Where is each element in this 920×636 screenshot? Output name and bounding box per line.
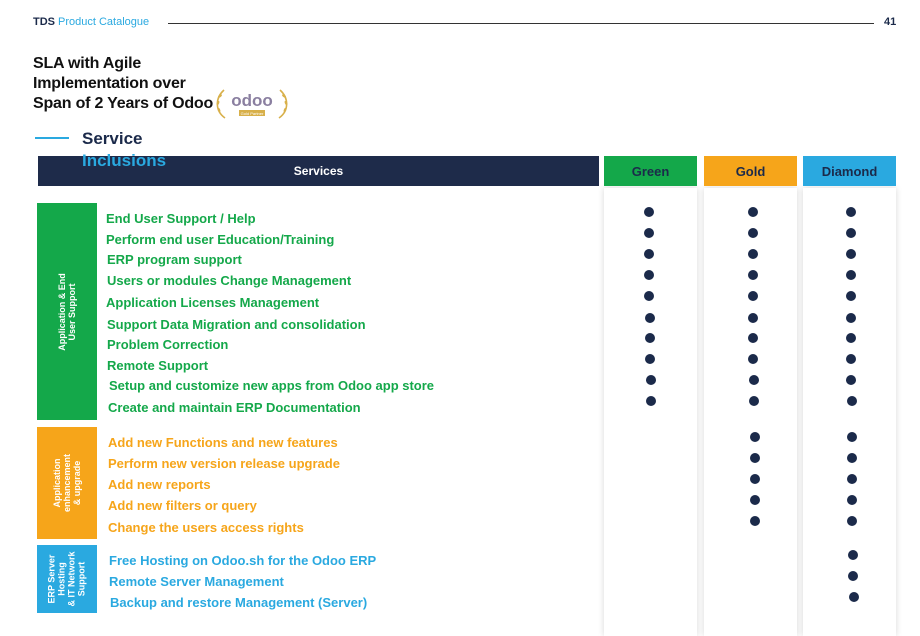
included-dot-icon [847,396,857,406]
service-item: Free Hosting on Odoo.sh for the Odoo ERP [109,553,377,568]
included-dot-icon [749,375,759,385]
included-dot-icon [847,432,857,442]
included-dot-icon [846,354,856,364]
included-dot-icon [645,354,655,364]
service-item: Perform new version release upgrade [108,456,340,471]
included-dot-icon [849,592,859,602]
included-dot-icon [748,228,758,238]
page-title: SLA with Agile Implementation over Span … [33,54,233,114]
section-heading-line2: Inclusions [82,151,167,170]
included-dot-icon [848,550,858,560]
included-dot-icon [646,375,656,385]
included-dot-icon [846,207,856,217]
service-item: End User Support / Help [106,211,256,226]
included-dot-icon [748,207,758,217]
brand-name: TDS [33,16,55,28]
gold-tier-header: Gold [704,156,797,186]
service-item: Users or modules Change Management [107,273,352,288]
included-dot-icon [846,249,856,259]
logo-tagline: Gold Partner [241,111,264,116]
included-dot-icon [846,270,856,280]
service-item: Add new reports [108,477,211,492]
service-item: ERP program support [107,252,242,267]
included-dot-icon [846,333,856,343]
service-item: Remote Support [107,358,209,373]
included-dot-icon [750,474,760,484]
included-dot-icon [846,313,856,323]
catalogue-brand: TDS Product Catalogue [33,16,149,28]
included-dot-icon [645,313,655,323]
included-dot-icon [748,354,758,364]
included-dot-icon [750,432,760,442]
title-line-3: Span of 2 Years of Odoo [33,95,214,112]
included-dot-icon [749,396,759,406]
included-dot-icon [847,495,857,505]
included-dot-icon [846,375,856,385]
service-item: Change the users access rights [108,520,304,535]
included-dot-icon [645,333,655,343]
included-dot-icon [646,396,656,406]
included-dot-icon [644,249,654,259]
title-line-1: SLA with Agile [33,55,142,72]
included-dot-icon [847,474,857,484]
service-item: Create and maintain ERP Documentation [108,400,361,415]
included-dot-icon [748,249,758,259]
service-item: Problem Correction [107,337,229,352]
service-item: Perform end user Education/Training [106,232,335,247]
brand-subtitle: Product Catalogue [58,16,150,28]
included-dot-icon [847,516,857,526]
included-dot-icon [644,228,654,238]
service-item: Support Data Migration and consolidation [107,317,366,332]
included-dot-icon [748,333,758,343]
service-item: Remote Server Management [109,574,284,589]
included-dot-icon [748,291,758,301]
group-label-enhancement: Application enhancement & upgrade [37,427,97,539]
title-line-2: Implementation over [33,75,186,92]
included-dot-icon [750,453,760,463]
group-label-hosting: ERP Server Hosting & IT Network Support [37,545,97,613]
service-item: Backup and restore Management (Server) [110,595,368,610]
included-dot-icon [846,291,856,301]
service-item: Application Licenses Management [106,295,320,310]
header-divider [168,23,874,24]
included-dot-icon [644,270,654,280]
service-item: Add new Functions and new features [108,435,338,450]
service-item: Add new filters or query [108,498,257,513]
included-dot-icon [846,228,856,238]
green-tier-header: Green [604,156,697,186]
group-label-user-support: Application & End User Support [37,203,97,420]
odoo-gold-partner-logo: odoo Gold Partner [216,89,288,119]
included-dot-icon [848,571,858,581]
included-dot-icon [644,291,654,301]
included-dot-icon [748,270,758,280]
section-heading-line1: Service [82,129,143,148]
page-number: 41 [884,16,897,28]
included-dot-icon [750,516,760,526]
service-item: Setup and customize new apps from Odoo a… [109,378,435,393]
included-dot-icon [644,207,654,217]
included-dot-icon [750,495,760,505]
included-dot-icon [847,453,857,463]
included-dot-icon [748,313,758,323]
section-accent-line [35,137,69,139]
diamond-tier-header: Diamond [803,156,896,186]
logo-wordmark: odoo [231,91,273,110]
